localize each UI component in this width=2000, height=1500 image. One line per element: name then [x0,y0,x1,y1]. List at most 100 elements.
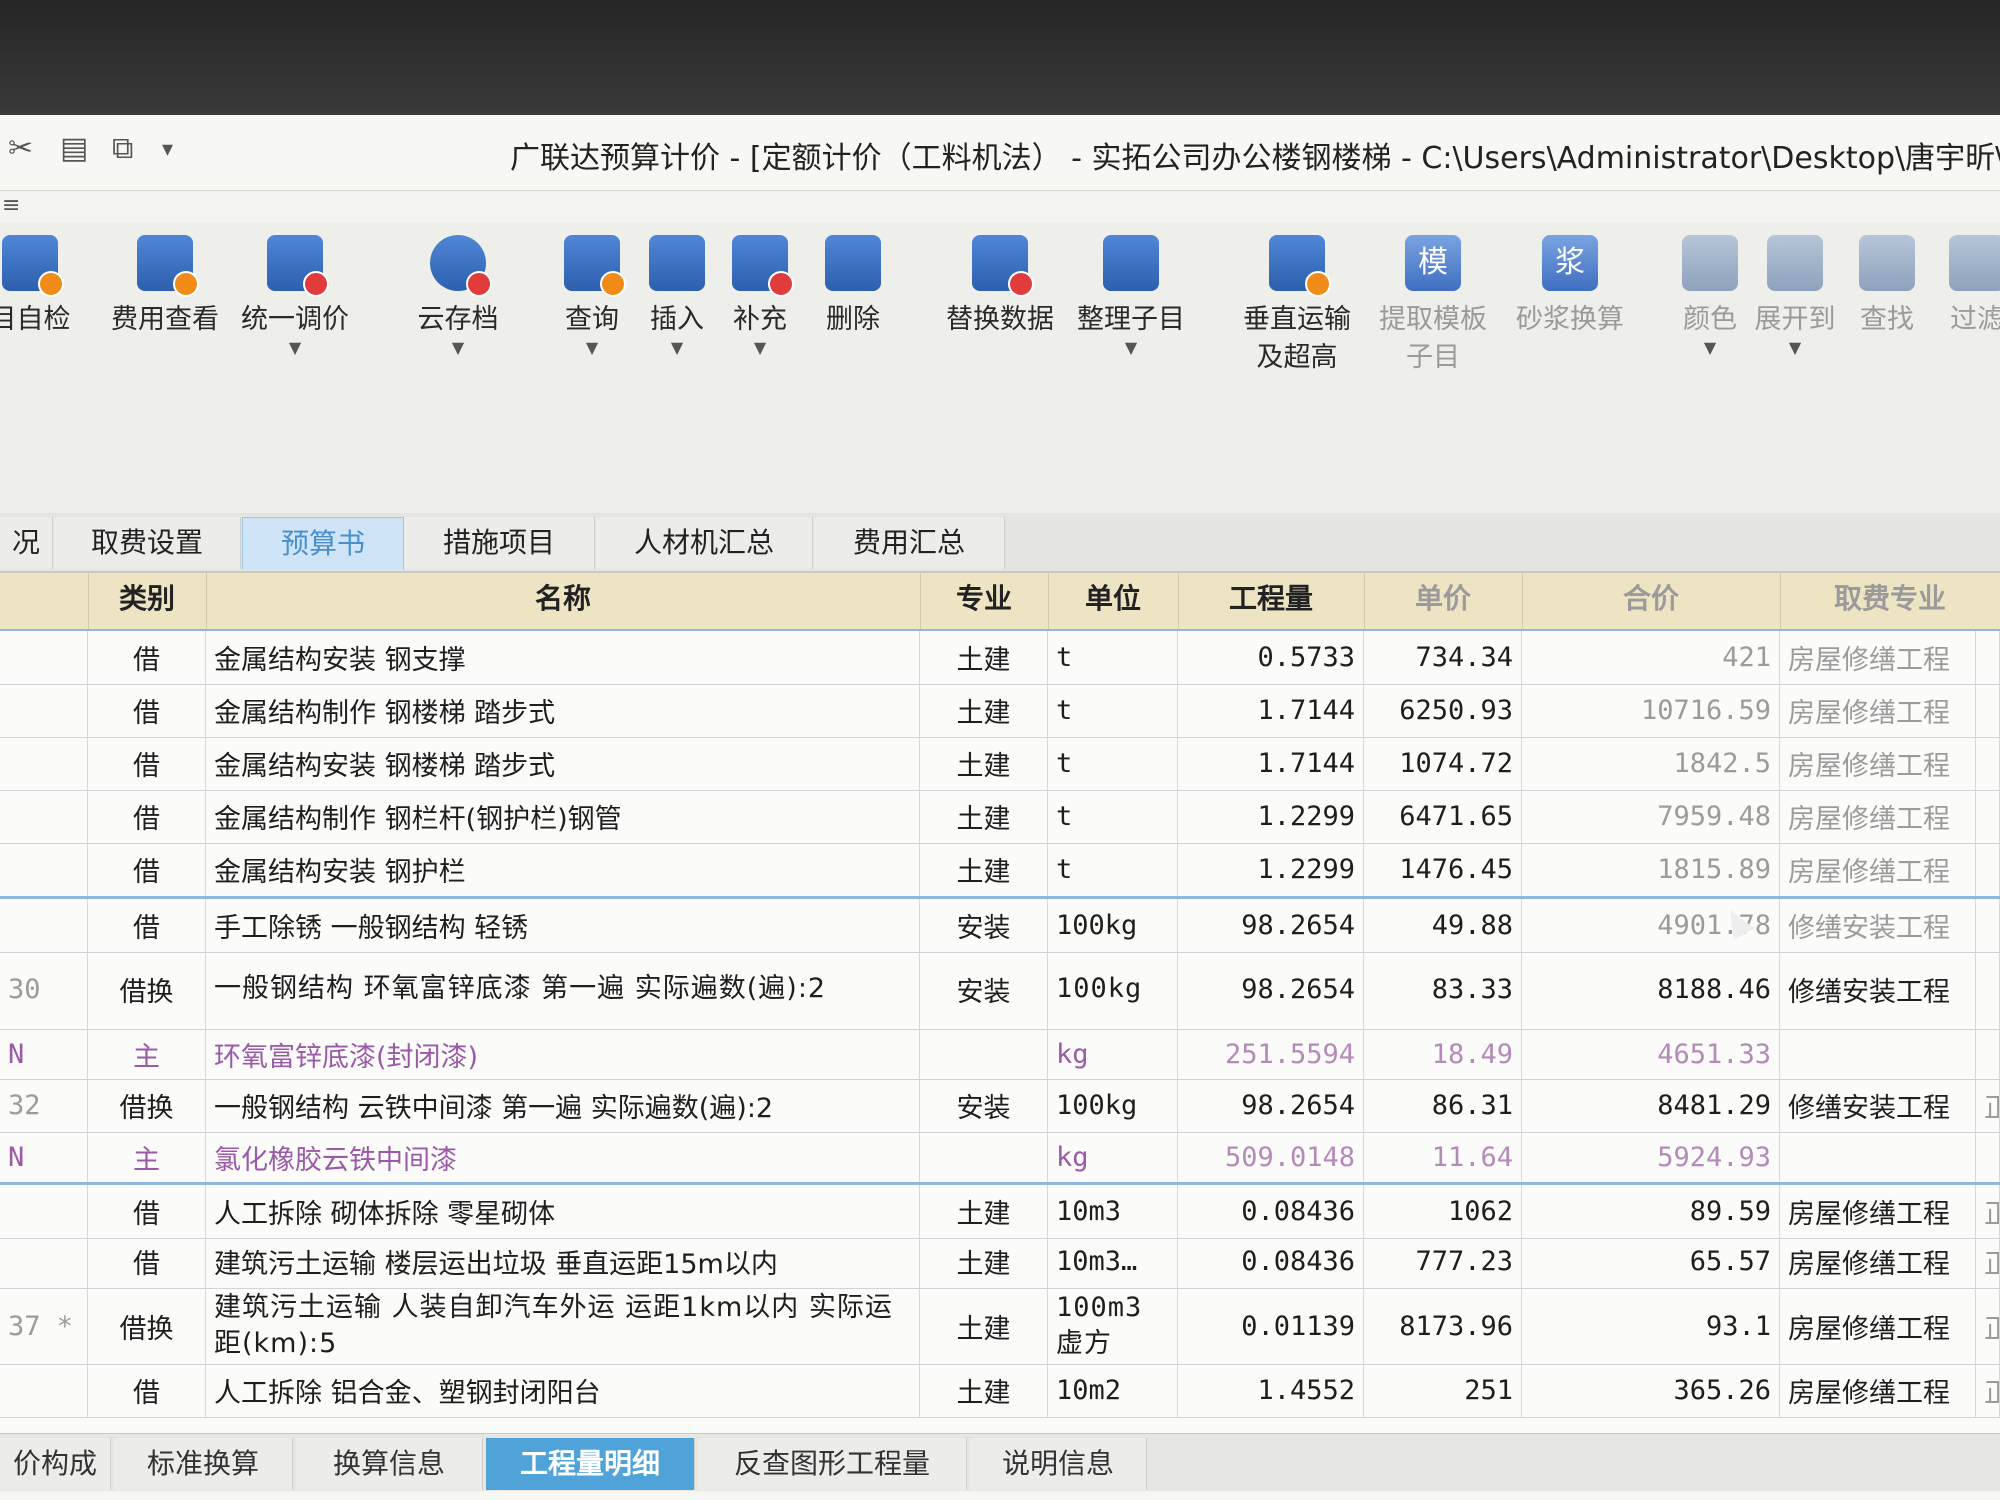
cell-extra[interactable] [1976,1029,2000,1079]
cell-type[interactable]: 主 [88,1132,206,1182]
cell-fee[interactable]: 房屋修缮工程 [1780,1364,1976,1417]
cell-qty[interactable]: 251.5594 [1178,1029,1364,1079]
cell-code[interactable]: 30 [0,949,88,1029]
cell-qty[interactable]: 0.08436 [1178,1235,1364,1288]
tab-price-composition[interactable]: 价构成 [0,1438,111,1490]
table-row[interactable]: 借手工除锈 一般钢结构 轻锈 安装 100kg 98.2654 49.88 4901.78… [0,896,2000,953]
cell-type[interactable]: 借 [88,1364,206,1417]
cell-qty[interactable]: 1.2299 [1178,790,1364,843]
cell-price[interactable]: 18.49 [1364,1029,1522,1079]
cell-name[interactable]: 氯化橡胶云铁中间漆 [206,1132,920,1182]
cell-name[interactable]: 金属结构安装 钢楼梯 踏步式 [206,737,920,790]
cell-price[interactable]: 1074.72 [1364,737,1522,790]
cell-type[interactable]: 借 [88,790,206,843]
cell-major[interactable]: 土建 [920,631,1048,684]
cell-fee[interactable]: 房屋修缮工程 [1780,843,1976,896]
cell-unit[interactable]: 100kg [1048,949,1178,1029]
cell-price[interactable]: 777.23 [1364,1235,1522,1288]
cell-major[interactable]: 土建 [920,790,1048,843]
cell-unit[interactable]: kg [1048,1029,1178,1079]
cell-total[interactable]: 421 [1522,631,1780,684]
cell-major[interactable]: 土建 [920,1288,1048,1364]
cell-total[interactable]: 7959.48 [1522,790,1780,843]
header-unit[interactable]: 单位 [1048,573,1179,629]
cell-total[interactable]: 5924.93 [1522,1132,1780,1182]
cell-name[interactable]: 金属结构制作 钢栏杆(钢护栏)钢管 [206,790,920,843]
cell-major[interactable]: 土建 [920,1185,1048,1238]
unified-price-button[interactable]: 统一调价 ▼ [240,235,350,357]
cell-unit[interactable]: kg [1048,1132,1178,1182]
cell-unit[interactable]: t [1048,843,1178,896]
copy-icon[interactable]: ▤ [60,131,88,166]
cell-major[interactable] [920,1029,1048,1079]
menu-icon[interactable]: ≡ [2,193,20,218]
cell-type[interactable]: 主 [88,1029,206,1079]
table-row[interactable]: 借人工拆除 铝合金、塑钢封闭阳台 土建 10m2 1.4552 251 365.26 房屋修… [0,1364,2000,1418]
tab-measures[interactable]: 措施项目 [404,517,595,569]
header-total[interactable]: 合价 [1522,573,1781,629]
table-row[interactable]: 37 * 借换 建筑污土运输 人装自卸汽车外运 运距1km以内 实际运距(km):5… [0,1288,2000,1365]
table-row[interactable]: 30 借换 一般钢结构 环氧富锌底漆 第一遍 实际遍数(遍):2 安装 100kg 98.… [0,949,2000,1030]
header-fee-major[interactable]: 取费专业 [1780,573,2000,629]
tab-description[interactable]: 说明信息 [970,1438,1147,1490]
cell-extra[interactable] [1976,737,2000,790]
header-quantity[interactable]: 工程量 [1178,573,1365,629]
cell-major[interactable]: 安装 [920,949,1048,1029]
cell-extra[interactable]: 正 [1976,1079,2000,1132]
cell-major[interactable]: 安装 [920,899,1048,952]
cell-price[interactable]: 734.34 [1364,631,1522,684]
table-row[interactable]: 借人工拆除 砌体拆除 零星砌体 土建 10m3 0.08436 1062 89.59 房屋修… [0,1182,2000,1239]
table-row[interactable]: N 主氯化橡胶云铁中间漆 kg 509.0148 11.64 5924.93 [0,1132,2000,1183]
cell-code[interactable] [0,843,88,896]
cell-unit[interactable]: 10m3 [1048,1185,1178,1238]
cell-name[interactable]: 手工除锈 一般钢结构 轻锈 [206,899,920,952]
cell-fee[interactable]: 房屋修缮工程 [1780,1185,1976,1238]
cell-price[interactable]: 6250.93 [1364,684,1522,737]
cell-unit[interactable]: t [1048,684,1178,737]
cell-fee[interactable]: 房屋修缮工程 [1780,1235,1976,1288]
mortar-convert-button[interactable]: 浆 砂浆换算 [1515,235,1625,339]
tab-labor-material-summary[interactable]: 人材机汇总 [596,517,813,569]
header-major[interactable]: 专业 [920,573,1049,629]
cell-total[interactable]: 89.59 [1522,1185,1780,1238]
cut-icon[interactable]: ✂ [8,131,33,166]
cell-fee[interactable] [1780,1029,1976,1079]
cell-name[interactable]: 一般钢结构 云铁中间漆 第一遍 实际遍数(遍):2 [206,1079,920,1132]
cell-qty[interactable]: 1.7144 [1178,684,1364,737]
cell-extra[interactable] [1976,790,2000,843]
cell-price[interactable]: 6471.65 [1364,790,1522,843]
cell-price[interactable]: 49.88 [1364,899,1522,952]
tab-reverse-graph-quantity[interactable]: 反查图形工程量 [698,1438,967,1490]
cell-fee[interactable]: 修缮安装工程 [1780,949,1976,1029]
table-row[interactable]: 借金属结构安装 钢楼梯 踏步式 土建 t 1.7144 1074.72 1842.5 房屋修… [0,737,2000,791]
cell-extra[interactable] [1976,899,2000,952]
vertical-transport-button[interactable]: 垂直运输 及超高 [1242,235,1352,377]
cell-type[interactable]: 借 [88,631,206,684]
table-row[interactable]: 借金属结构安装 钢护栏 土建 t 1.2299 1476.45 1815.89 房屋修缮工程 [0,843,2000,897]
cell-extra[interactable] [1976,949,2000,1029]
extract-template-button[interactable]: 模 提取模板 子目 [1378,235,1488,377]
cell-qty[interactable]: 98.2654 [1178,949,1364,1029]
cell-major[interactable]: 土建 [920,1235,1048,1288]
cell-total[interactable]: 365.26 [1522,1364,1780,1417]
organize-items-button[interactable]: 整理子目 ▼ [1076,235,1186,357]
cell-price[interactable]: 83.33 [1364,949,1522,1029]
cell-extra[interactable]: 正 [1976,1288,2000,1364]
cell-unit[interactable]: 10m2 [1048,1364,1178,1417]
cell-name[interactable]: 金属结构安装 钢支撑 [206,631,920,684]
table-row[interactable]: 借建筑污土运输 楼层运出垃圾 垂直运距15m以内 土建 10m3… 0.08436 77… [0,1235,2000,1289]
cell-name[interactable]: 人工拆除 铝合金、塑钢封闭阳台 [206,1364,920,1417]
cell-name[interactable]: 建筑污土运输 楼层运出垃圾 垂直运距15m以内 [206,1235,920,1288]
cell-qty[interactable]: 1.7144 [1178,737,1364,790]
cell-type[interactable]: 借 [88,684,206,737]
cell-price[interactable]: 251 [1364,1364,1522,1417]
cell-unit[interactable]: 10m3… [1048,1235,1178,1288]
cell-name[interactable]: 金属结构安装 钢护栏 [206,843,920,896]
table-row[interactable]: 借金属结构制作 钢栏杆(钢护栏)钢管 土建 t 1.2299 6471.65 7959.4… [0,790,2000,844]
cell-qty[interactable]: 1.4552 [1178,1364,1364,1417]
self-check-button[interactable]: 目自检 [0,235,85,339]
table-row[interactable]: 借金属结构制作 钢楼梯 踏步式 土建 t 1.7144 6250.93 10716.59 房… [0,684,2000,738]
cell-code[interactable]: N [0,1132,88,1182]
cell-total[interactable]: 65.57 [1522,1235,1780,1288]
cell-qty[interactable]: 98.2654 [1178,899,1364,952]
